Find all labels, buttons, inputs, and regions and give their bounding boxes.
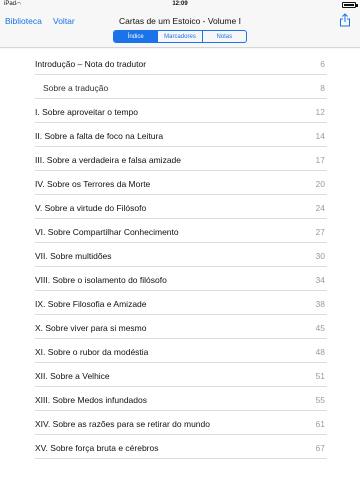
toc-title: XII. Sobre a Velhice	[35, 371, 110, 381]
toc-row[interactable]: Sobre a tradução 8	[0, 75, 360, 99]
toc-title: I. Sobre aproveitar o tempo	[35, 107, 139, 117]
toc-row[interactable]: Introdução – Nota do tradutor 6	[0, 51, 360, 75]
toc-row[interactable]: III. Sobre a verdadeira e falsa amizade …	[0, 147, 360, 171]
toc-page-number: 8	[320, 83, 325, 93]
toc-title: IV. Sobre os Terrores da Morte	[35, 179, 151, 189]
book-title: Cartas de um Estoico - Volume I	[119, 16, 241, 26]
toc-row[interactable]: XV. Sobre força bruta e cérebros 67	[0, 435, 360, 459]
toc-page-number: 55	[315, 395, 325, 405]
toc-page-number: 20	[315, 179, 325, 189]
toc-page-number: 61	[315, 419, 325, 429]
toc-page-number: 12	[315, 107, 325, 117]
clock: 12:09	[172, 1, 188, 7]
toc-title: II. Sobre a falta de foco na Leitura	[35, 131, 164, 141]
table-of-contents: Introdução – Nota do tradutor 6 Sobre a …	[0, 49, 360, 480]
tab-bookmarks[interactable]: Marcadores	[157, 31, 201, 42]
toc-row[interactable]: XI. Sobre o rubor da modéstia 48	[0, 339, 360, 363]
toc-title: XIII. Sobre Medos infundados	[35, 395, 147, 405]
toc-title: XIV. Sobre as razões para se retirar do …	[35, 419, 210, 429]
toc-row[interactable]: VIII. Sobre o isolamento do filósofo 34	[0, 267, 360, 291]
toc-row[interactable]: V. Sobre a virtude do Filósofo 24	[0, 195, 360, 219]
toc-row[interactable]: VI. Sobre Compartilhar Conhecimento 27	[0, 219, 360, 243]
toc-title: V. Sobre a virtude do Filósofo	[35, 203, 147, 213]
toc-page-number: 34	[315, 275, 325, 285]
toc-title: IX. Sobre Filosofia e Amizade	[35, 299, 147, 309]
battery-icon	[342, 2, 356, 8]
toc-page-number: 38	[315, 299, 325, 309]
toc-segmented-control: Índice Marcadores Notas	[113, 30, 247, 43]
toc-page-number: 45	[315, 323, 325, 333]
toc-title: VIII. Sobre o isolamento do filósofo	[35, 275, 167, 285]
toc-title: Introdução – Nota do tradutor	[35, 59, 147, 69]
toc-title: X. Sobre viver para si mesmo	[35, 323, 147, 333]
toc-page-number: 30	[315, 251, 325, 261]
toc-page-number: 14	[315, 131, 325, 141]
toc-row[interactable]: XII. Sobre a Velhice 51	[0, 363, 360, 387]
tab-notes[interactable]: Notas	[201, 31, 246, 42]
toc-page-number: 48	[315, 347, 325, 357]
toc-title: XV. Sobre força bruta e cérebros	[35, 443, 159, 453]
toc-row[interactable]: XIV. Sobre as razões para se retirar do …	[0, 411, 360, 435]
tab-index[interactable]: Índice	[114, 31, 158, 42]
toc-row[interactable]: II. Sobre a falta de foco na Leitura 14	[0, 123, 360, 147]
battery-tip	[356, 4, 358, 7]
toc-title: Sobre a tradução	[43, 83, 109, 93]
toc-page-number: 67	[315, 443, 325, 453]
status-bar: iPad ◠ 12:09	[0, 0, 360, 10]
navigation-bar: Biblioteca Voltar Cartas de um Estoico -…	[0, 10, 360, 48]
toc-title: VI. Sobre Compartilhar Conhecimento	[35, 227, 179, 237]
toc-title: VII. Sobre multidões	[35, 251, 112, 261]
toc-page-number: 17	[315, 155, 325, 165]
toc-row[interactable]: XIII. Sobre Medos infundados 55	[0, 387, 360, 411]
toc-row[interactable]: IX. Sobre Filosofia e Amizade 38	[0, 291, 360, 315]
toc-title: III. Sobre a verdadeira e falsa amizade	[35, 155, 181, 165]
toc-row[interactable]: VII. Sobre multidões 30	[0, 243, 360, 267]
toc-page-number: 27	[315, 227, 325, 237]
toc-page-number: 24	[315, 203, 325, 213]
toc-page-number: 6	[320, 59, 325, 69]
toc-page-number: 51	[315, 371, 325, 381]
toc-row[interactable]: IV. Sobre os Terrores da Morte 20	[0, 171, 360, 195]
toc-row[interactable]: I. Sobre aproveitar o tempo 12	[0, 99, 360, 123]
toc-title: XI. Sobre o rubor da modéstia	[35, 347, 149, 357]
share-icon[interactable]	[339, 13, 351, 27]
toc-row[interactable]: X. Sobre viver para si mesmo 45	[0, 315, 360, 339]
